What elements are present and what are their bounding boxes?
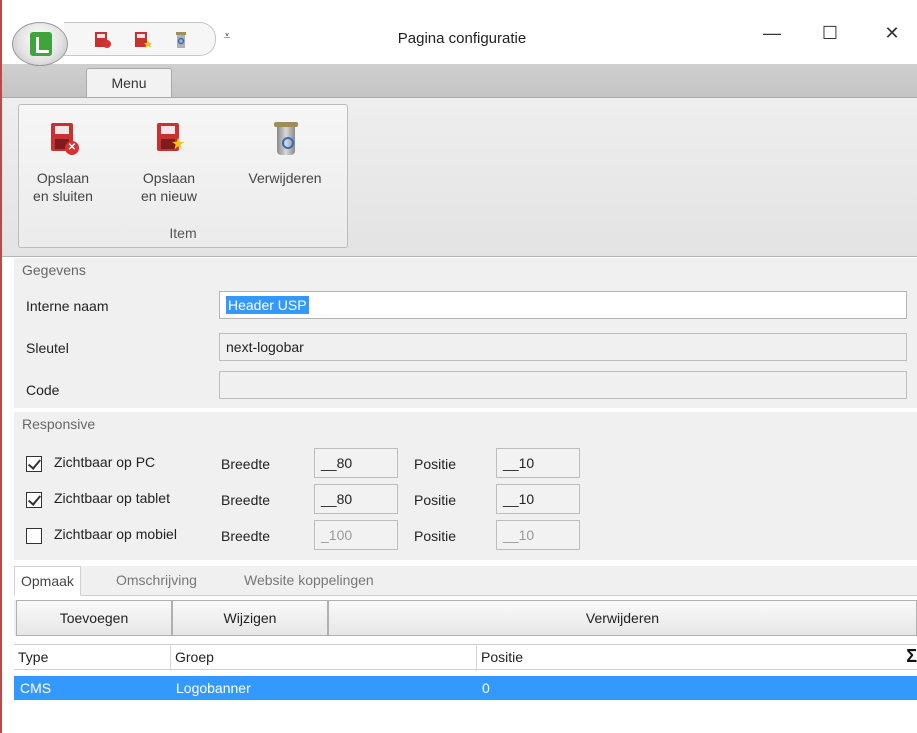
positie-label: Positie [414,492,457,508]
tab-website-koppelingen[interactable]: Website koppelingen [238,566,380,596]
group-label: Item [169,225,197,241]
qat-customize-dropdown[interactable]: ⩡ [220,28,234,46]
cell-positie: 0 [482,680,490,696]
sleutel-input[interactable]: next-logobar [219,333,907,361]
pc-visible-checkbox[interactable] [26,456,42,472]
save-close-icon: ✕ [47,121,79,157]
interne-naam-label: Interne naam [26,298,109,314]
grid-delete-button[interactable]: Verwijderen [328,600,917,636]
tablet-visible-checkbox[interactable] [26,492,42,508]
button-label: Verwijderen [248,170,322,186]
edit-button[interactable]: Wijzigen [172,600,328,636]
interne-naam-input[interactable]: Header USP [219,291,907,319]
code-label: Code [26,382,60,398]
delete-icon [269,121,301,157]
gegevens-header: Gegevens [14,258,917,282]
mobile-visible-label: Zichtbaar op mobiel [54,526,177,542]
pc-breedte-input[interactable]: __80 [314,448,398,478]
maximize-button[interactable]: ☐ [810,18,850,48]
save-close-icon[interactable] [94,31,112,49]
column-header-type[interactable]: Type [14,645,170,671]
detail-tabs: Opmaak Omschrijving Website koppelingen [14,566,917,596]
table-row[interactable]: CMS Logobanner 0 [14,676,917,700]
app-logo-icon [30,32,52,56]
grid-header: Type Groep Positie Σ [14,644,917,671]
tablet-breedte-input[interactable]: __80 [314,484,398,514]
app-window: ⩡ Pagina configuratie — ☐ ✕ Menu ✕ Opsla… [0,0,917,733]
code-input[interactable] [219,371,907,399]
tablet-visible-label: Zichtbaar op tablet [54,490,170,506]
delete-icon[interactable] [172,31,190,49]
minimize-button[interactable]: — [752,18,792,48]
selected-text: Header USP [226,296,309,314]
gegevens-section: Interne naam Header USP Sleutel next-log… [14,282,917,408]
mobile-visible-checkbox[interactable] [26,528,42,544]
mobile-breedte-input[interactable]: _100 [314,520,398,550]
cell-type: CMS [20,680,52,696]
save-new-icon: ★ [153,121,185,157]
grid-toolbar: Toevoegen Wijzigen Verwijderen [14,600,917,636]
column-header-positie[interactable]: Positie [476,645,896,671]
responsive-header: Responsive [14,412,917,436]
tab-menu[interactable]: Menu [86,68,172,99]
close-button[interactable]: ✕ [872,18,912,48]
tab-omschrijving[interactable]: Omschrijving [110,566,203,596]
breedte-label: Breedte [221,492,271,508]
responsive-section: Zichtbaar op PC Breedte __80 Positie __1… [14,436,917,560]
sleutel-label: Sleutel [26,340,69,356]
save-and-new-button[interactable]: ★ Opslaan en nieuw [127,109,211,219]
app-menu-button[interactable] [12,22,68,66]
mobile-positie-input[interactable]: __10 [496,520,580,550]
column-header-groep[interactable]: Groep [170,645,476,671]
pc-positie-input[interactable]: __10 [496,448,580,478]
ribbon-body: ✕ Opslaan en sluiten ★ Opslaan en nieuw [2,97,917,257]
delete-button[interactable]: Verwijderen [231,109,339,219]
button-label: Opslaan en sluiten [33,170,93,204]
save-new-icon[interactable] [134,31,152,49]
ribbon-tab-bar: Menu [2,64,917,99]
tablet-positie-input[interactable]: __10 [496,484,580,514]
positie-label: Positie [414,528,457,544]
positie-label: Positie [414,456,457,472]
title-bar: ⩡ Pagina configuratie — ☐ ✕ [2,0,917,66]
ribbon-group-item: ✕ Opslaan en sluiten ★ Opslaan en nieuw [18,104,348,248]
sum-icon[interactable]: Σ [906,646,917,667]
quick-access-toolbar [64,22,216,56]
pc-visible-label: Zichtbaar op PC [54,454,156,470]
breedte-label: Breedte [221,456,271,472]
cell-groep: Logobanner [176,680,251,696]
window-title: Pagina configuratie [397,30,527,47]
breedte-label: Breedte [221,528,271,544]
save-and-close-button[interactable]: ✕ Opslaan en sluiten [21,109,105,219]
add-button[interactable]: Toevoegen [16,600,172,636]
button-label: Opslaan en nieuw [140,170,198,204]
tab-opmaak[interactable]: Opmaak [14,566,81,596]
